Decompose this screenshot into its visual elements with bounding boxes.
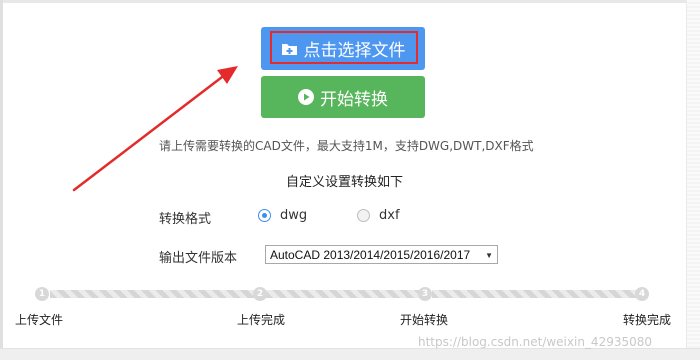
progress-segment xyxy=(266,290,422,298)
step-1-label: 上传文件 xyxy=(15,313,64,327)
radio-dwg[interactable] xyxy=(258,209,271,222)
step-3-dot: 3 xyxy=(418,287,432,301)
version-select[interactable]: AutoCAD 2013/2014/2015/2016/2017 ▼ xyxy=(265,245,498,264)
radio-dxf[interactable] xyxy=(357,209,370,222)
version-label: 输出文件版本 xyxy=(159,251,238,266)
upload-hint: 请上传需要转换的CAD文件，最大支持1M，支持DWG,DWT,DXF格式 xyxy=(159,139,534,153)
progress-segment xyxy=(432,290,640,298)
play-circle-icon xyxy=(298,89,314,105)
format-option-dxf-label: dxf xyxy=(379,208,400,223)
format-option-dxf[interactable]: dxf xyxy=(357,208,400,223)
select-file-button[interactable]: 点击选择文件 xyxy=(261,27,425,70)
step-3-label: 开始转换 xyxy=(400,313,449,327)
step-1-dot: 1 xyxy=(35,287,49,301)
start-convert-label: 开始转换 xyxy=(320,89,388,110)
start-convert-button[interactable]: 开始转换 xyxy=(261,76,425,118)
step-2-dot: 2 xyxy=(253,287,267,301)
version-select-value: AutoCAD 2013/2014/2015/2016/2017 xyxy=(270,247,471,262)
progress-steps: 1 2 3 4 xyxy=(35,287,650,301)
watermark: https://blog.csdn.net/weixin_42935080 xyxy=(418,335,653,349)
format-option-dwg-label: dwg xyxy=(280,208,308,223)
format-label: 转换格式 xyxy=(159,212,212,227)
format-option-dwg[interactable]: dwg xyxy=(258,208,307,223)
step-4-label: 转换完成 xyxy=(623,313,672,327)
settings-title: 自定义设置转换如下 xyxy=(286,175,404,190)
progress-segment xyxy=(50,290,260,298)
step-2-label: 上传完成 xyxy=(237,313,286,327)
step-4-dot: 4 xyxy=(635,287,649,301)
chevron-down-icon: ▼ xyxy=(485,251,493,260)
highlight-box xyxy=(270,31,418,64)
